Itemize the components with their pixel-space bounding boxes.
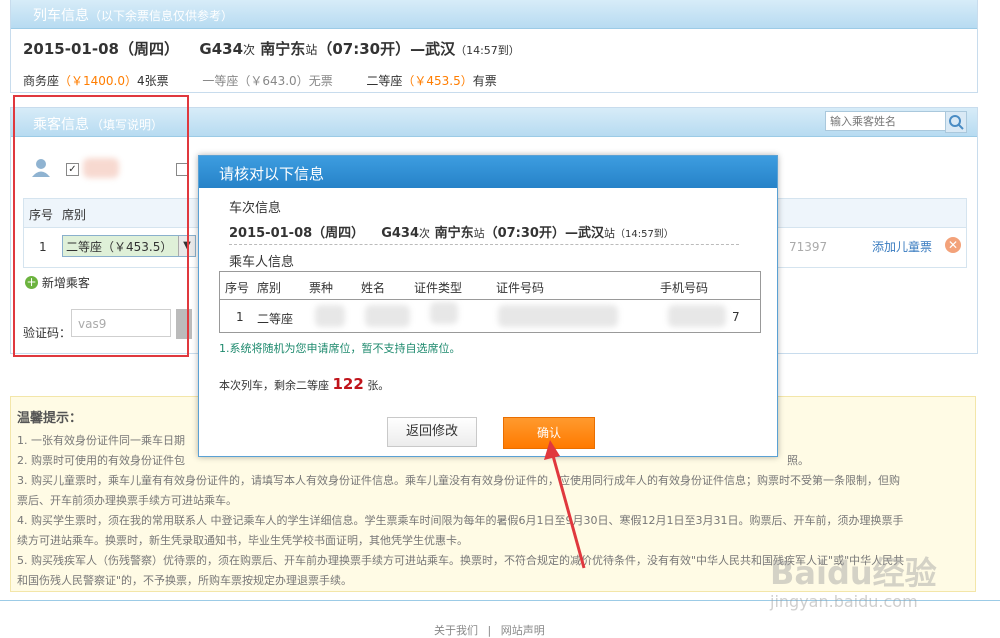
seat-first: 一等座（￥643.0）无票	[202, 74, 333, 88]
to-station: 武汉	[425, 40, 456, 58]
dlg-redacted-type	[315, 305, 345, 327]
back-modify-button[interactable]: 返回修改	[387, 417, 477, 447]
notice-line-3: 3. 购买儿童票时，乘车儿童有有效身份证件的，请填写本人有效身份证件信息。乘车儿…	[17, 474, 900, 487]
notice-line-2-end: 照。	[787, 454, 809, 467]
dlg-redacted-name	[365, 305, 410, 327]
from-station-suffix: 站	[305, 43, 318, 57]
dlg-col-type: 票种	[309, 281, 334, 295]
remaining-count: 122	[332, 375, 364, 393]
dlg-row-seat: 二等座	[257, 312, 294, 326]
dialog-remaining: 本次列车，剩余二等座 122 张。	[219, 375, 390, 393]
notice-line-4: 4. 购买学生票时，须在我的常用联系人 中登记乘车人的学生详细信息。学生票乘车时…	[17, 514, 904, 527]
dlg-row-no: 1	[236, 310, 244, 324]
footer-links: 关于我们 | 网站声明	[434, 624, 545, 637]
annotation-arrow	[544, 440, 586, 569]
confirm-dialog: 请核对以下信息 车次信息 2015-01-08（周四） G434次 南宁东站（0…	[198, 155, 778, 457]
depart-time: （07:30开）	[317, 40, 411, 58]
arrive-time: （14:57到）	[455, 44, 520, 57]
train-info-subtitle: （以下余票信息仅供参考）	[89, 9, 234, 23]
dlg-col-phone: 手机号码	[660, 281, 709, 295]
add-child-ticket-link[interactable]: 添加儿童票	[872, 238, 932, 255]
watermark-brand: Baidu经验	[770, 554, 937, 592]
dlg-redacted-phone	[668, 305, 726, 327]
passenger-search-input[interactable]	[825, 111, 947, 131]
notice-line-3b: 票后、开车前须办理换票手续方可进站乘车。	[17, 494, 237, 507]
train-route: 2015-01-08（周四） G434次 南宁东站（07:30开）—武汉（14:…	[23, 38, 520, 59]
dlg-col-idno: 证件号码	[496, 281, 545, 295]
train-info-panel: 列车信息 （以下余票信息仅供参考） 2015-01-08（周四） G434次 南…	[10, 0, 978, 93]
dialog-divider	[229, 244, 739, 245]
train-number: G434	[199, 40, 244, 58]
about-link[interactable]: 关于我们	[434, 624, 478, 637]
dialog-note: 1.系统将随机为您申请席位，暂不支持自选席位。	[219, 342, 461, 355]
seat-second: 二等座（￥453.5）有票	[366, 74, 497, 88]
dlg-redacted-idtype	[430, 302, 458, 324]
train-number-suffix: 次	[243, 43, 256, 57]
dialog-title: 请核对以下信息	[219, 165, 325, 183]
seat-availability: 商务座（￥1400.0）4张票 一等座（￥643.0）无票 二等座（￥453.5…	[23, 72, 497, 89]
dlg-col-idtype: 证件类型	[414, 281, 463, 295]
id-number-tail: 71397	[789, 240, 828, 254]
dlg-row-phone-tail: 7	[732, 310, 740, 324]
seat-business: 商务座（￥1400.0）4张票	[23, 74, 169, 88]
remove-passenger-icon[interactable]: ✕	[945, 237, 961, 253]
train-info-header: 列车信息 （以下余票信息仅供参考）	[11, 0, 977, 29]
train-info-title: 列车信息	[33, 8, 89, 24]
dlg-col-no: 序号	[225, 281, 250, 295]
site-statement-link[interactable]: 网站声明	[501, 624, 545, 637]
dialog-passenger-section: 乘车人信息	[229, 255, 295, 270]
baidu-watermark: Baidu经验 jingyan.baidu.com	[770, 548, 990, 618]
dlg-redacted-idno	[498, 305, 618, 327]
dialog-header: 请核对以下信息	[199, 156, 777, 188]
watermark-url: jingyan.baidu.com	[770, 592, 918, 611]
from-station: 南宁东	[260, 40, 306, 58]
notice-title: 温馨提示：	[17, 411, 83, 426]
dialog-train-section: 车次信息	[229, 201, 282, 216]
dlg-col-name: 姓名	[361, 281, 386, 295]
dialog-train-route: 2015-01-08（周四） G434次 南宁东站（07:30开）—武汉站（14…	[229, 226, 674, 241]
dlg-col-seat: 席别	[257, 281, 282, 295]
annotation-red-box	[13, 95, 189, 357]
route-dash: —	[410, 40, 426, 58]
train-date: 2015-01-08（周四）	[23, 40, 179, 58]
dialog-passenger-table: 序号 席别 票种 姓名 证件类型 证件号码 手机号码 1 二等座 7	[219, 271, 761, 333]
search-icon[interactable]	[945, 111, 967, 133]
notice-line-2: 2. 购票时可使用的有效身份证件包	[17, 454, 185, 467]
